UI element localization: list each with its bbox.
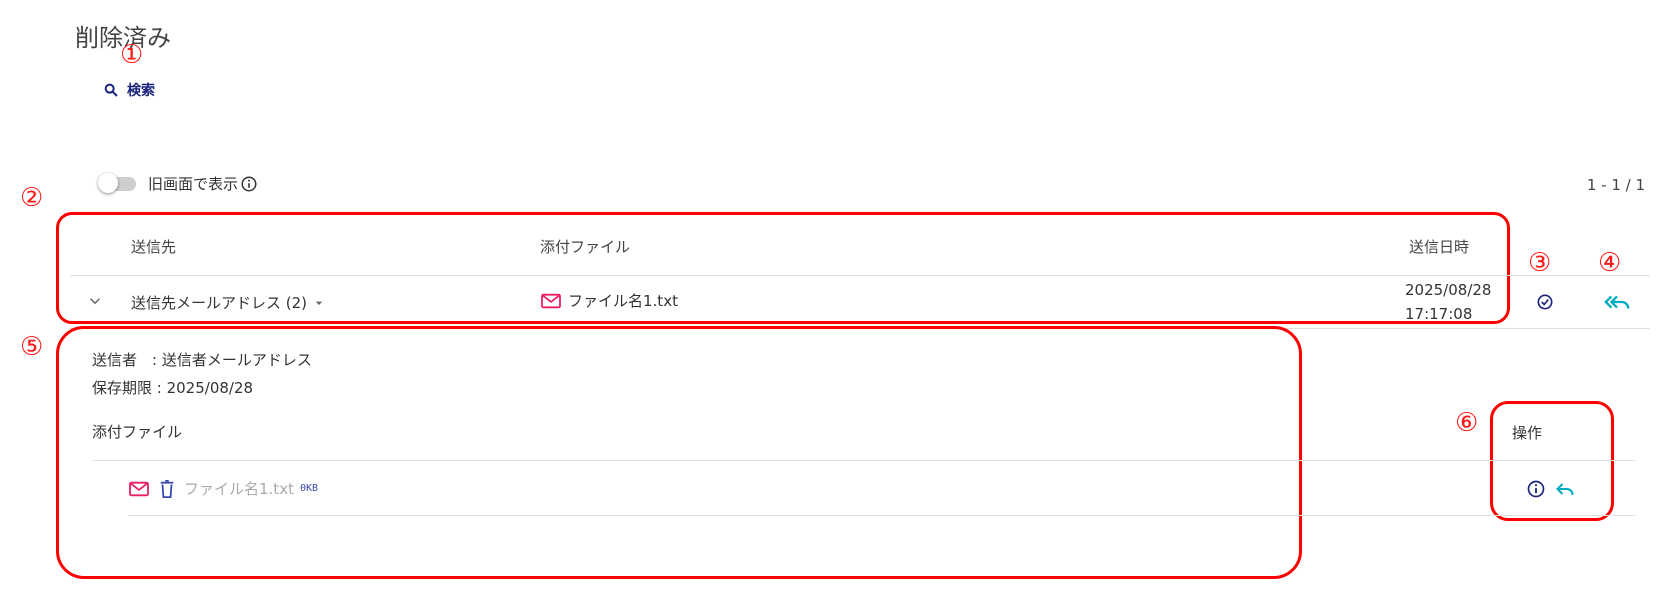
sent-time: 17:17:08 xyxy=(1405,305,1473,323)
sent-datetime: 2025/08/28 17:17:08 xyxy=(1405,278,1491,326)
header-divider xyxy=(70,275,1650,276)
recipient-dropdown[interactable]: 送信先メールアドレス (2) xyxy=(131,292,327,313)
sent-date: 2025/08/28 xyxy=(1405,281,1492,299)
chevron-down-icon xyxy=(89,298,101,305)
annotation-marker-6: ⑥ xyxy=(1455,408,1479,438)
file-reply-button[interactable] xyxy=(1555,479,1575,499)
header-recipient: 送信先 xyxy=(131,238,177,256)
legacy-view-label: 旧画面で表示 xyxy=(148,175,239,193)
retention-info: 保存期限 : 2025/08/28 xyxy=(92,379,254,397)
annotation-marker-3: ③ xyxy=(1528,248,1552,278)
reply-all-button[interactable] xyxy=(1603,292,1631,312)
header-attachment: 添付ファイル xyxy=(540,238,631,256)
search-label: 検索 xyxy=(127,83,155,99)
pagination-text: 1 - 1 / 1 xyxy=(1586,176,1645,194)
file-row: ファイル名1.txt 0KB xyxy=(128,478,318,499)
search-icon xyxy=(104,83,118,97)
caret-down-icon xyxy=(315,301,323,305)
expand-row-button[interactable] xyxy=(86,292,104,314)
info-icon[interactable] xyxy=(240,175,258,193)
attachment-cell[interactable]: ファイル名1.txt xyxy=(540,290,678,311)
recipient-text: 送信先メールアドレス (2) xyxy=(131,294,308,312)
actions-heading: 操作 xyxy=(1512,424,1543,442)
file-size: 0KB xyxy=(299,483,319,494)
annotation-box-actions xyxy=(1490,401,1614,521)
mail-icon xyxy=(541,293,561,308)
annotation-marker-5: ⑤ xyxy=(20,332,44,362)
reply-all-icon xyxy=(1604,295,1630,309)
header-sent-at: 送信日時 xyxy=(1409,238,1470,256)
confirm-button[interactable] xyxy=(1535,292,1555,312)
attachment-name: ファイル名1.txt xyxy=(568,292,678,310)
attachments-heading: 添付ファイル xyxy=(92,423,183,441)
legacy-view-toggle-row: 旧画面で表示 xyxy=(98,172,258,194)
switch-knob xyxy=(98,172,118,193)
sender-info: 送信者 : 送信者メールアドレス xyxy=(92,351,312,369)
search-button[interactable]: 検索 xyxy=(103,80,155,100)
file-info-button[interactable] xyxy=(1526,479,1546,499)
detail-divider xyxy=(92,460,1636,461)
file-name[interactable]: ファイル名1.txt xyxy=(184,478,294,499)
annotation-marker-4: ④ xyxy=(1598,248,1622,278)
annotation-marker-1: ① xyxy=(120,40,144,70)
reply-icon xyxy=(1556,483,1574,495)
legacy-view-switch[interactable] xyxy=(98,172,136,193)
info-icon xyxy=(1527,480,1545,498)
file-row-divider xyxy=(128,515,1636,516)
mail-icon xyxy=(129,481,149,496)
annotation-marker-2: ② xyxy=(20,183,44,213)
trash-icon xyxy=(160,479,174,498)
check-circle-icon xyxy=(1537,294,1553,310)
